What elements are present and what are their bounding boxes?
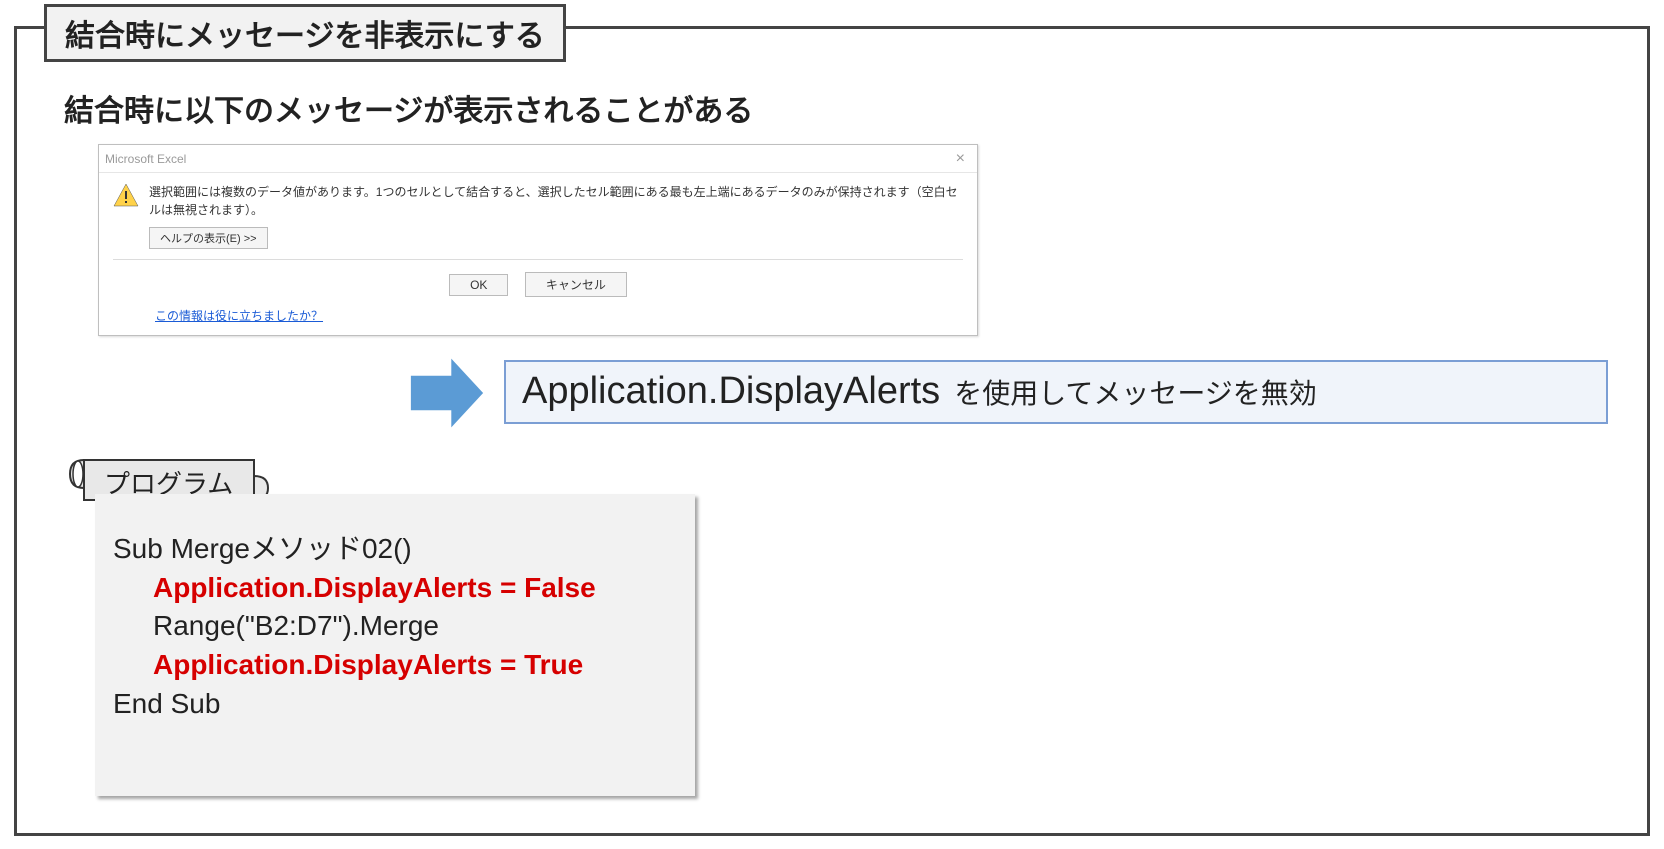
dialog-titlebar: Microsoft Excel × [99,145,977,173]
excel-alert-dialog: Microsoft Excel × 選択範囲には複数のデータ値があります。1つの… [98,144,978,336]
dialog-body: 選択範囲には複数のデータ値があります。1つのセルとして結合すると、選択したセル範… [99,173,977,255]
code-line-2: Application.DisplayAlerts = False [113,569,677,608]
frame-title: 結合時にメッセージを非表示にする [44,4,566,62]
dialog-title: Microsoft Excel [105,152,186,166]
ok-button[interactable]: OK [449,274,508,296]
warning-icon [113,183,139,212]
dialog-message-wrap: 選択範囲には複数のデータ値があります。1つのセルとして結合すると、選択したセル範… [149,183,963,249]
solution-code: Application.DisplayAlerts [522,370,940,413]
dialog-footer: この情報は役に立ちましたか？ [99,307,977,335]
code-line-1: Sub Mergeメソッド02() [113,530,677,569]
feedback-link[interactable]: この情報は役に立ちましたか？ [155,309,323,323]
help-button[interactable]: ヘルプの表示(E) >> [149,227,268,249]
intro-heading: 結合時に以下のメッセージが表示されることがある [64,86,753,130]
dialog-button-row: OK キャンセル [99,260,977,307]
cancel-button[interactable]: キャンセル [525,272,627,297]
close-icon[interactable]: × [950,151,971,167]
code-block: Sub Mergeメソッド02() Application.DisplayAle… [95,494,695,796]
code-line-3: Range("B2:D7").Merge [113,607,677,646]
solution-callout: Application.DisplayAlerts を使用してメッセージを無効 [504,360,1608,424]
slide-canvas: 結合時にメッセージを非表示にする 結合時に以下のメッセージが表示されることがある… [0,0,1664,849]
code-line-4: Application.DisplayAlerts = True [113,646,677,685]
arrow-right-icon [404,350,490,441]
solution-text: を使用してメッセージを無効 [954,372,1317,412]
dialog-message: 選択範囲には複数のデータ値があります。1つのセルとして結合すると、選択したセル範… [149,183,963,219]
code-line-5: End Sub [113,685,677,724]
